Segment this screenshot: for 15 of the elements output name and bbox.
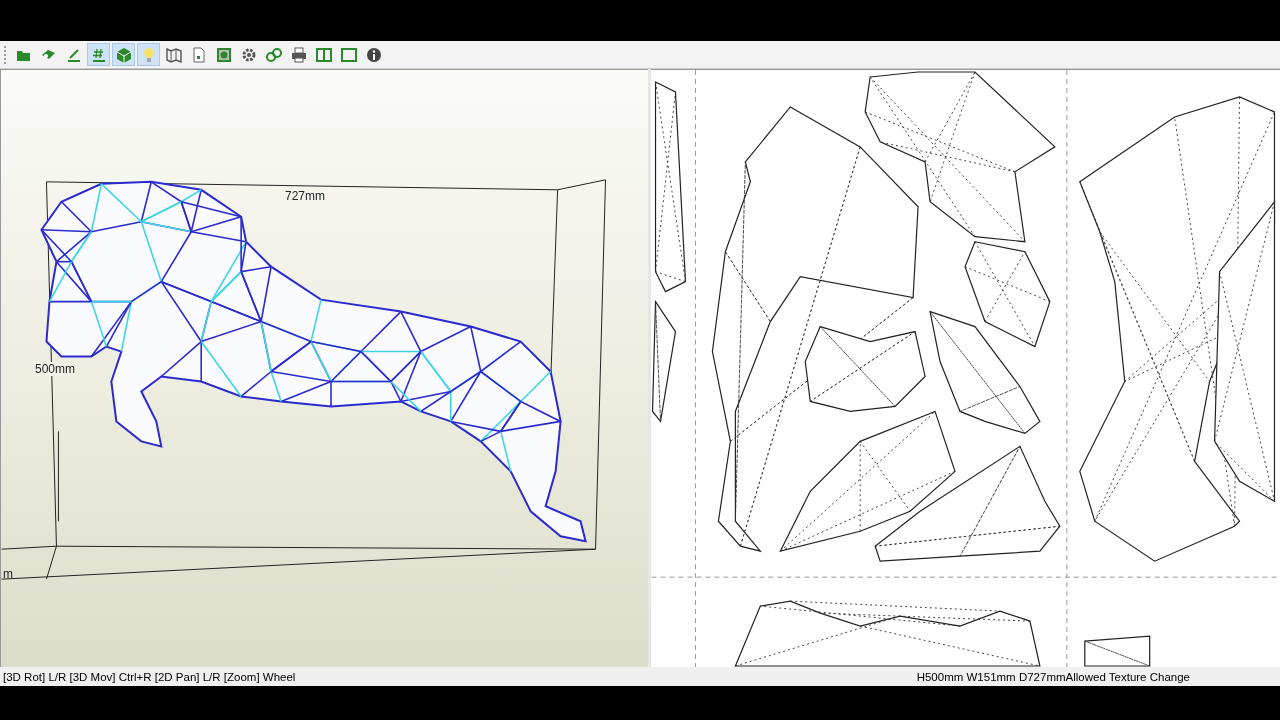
dimension-label: 500mm — [34, 362, 76, 376]
status-hint: [3D Rot] L/R [3D Mov] Ctrl+R [2D Pan] L/R [Zoom] Wheel — [3, 670, 296, 683]
window-icon — [339, 45, 358, 64]
3d-view-panel[interactable]: 727mm 500mm m — [0, 69, 648, 667]
model-size: H500mm W151mm D727mm — [916, 670, 1066, 683]
dimension-label: m — [3, 567, 13, 581]
split-view-icon — [314, 45, 333, 64]
info-icon — [364, 45, 383, 64]
cube-icon — [114, 45, 133, 64]
map-icon — [164, 45, 183, 64]
mode-text: Allowed Texture Change — [1065, 670, 1190, 683]
dimension-label: 727mm — [285, 189, 325, 203]
printer-icon — [289, 45, 308, 64]
fit-view-icon — [214, 45, 233, 64]
link-icon — [264, 45, 283, 64]
